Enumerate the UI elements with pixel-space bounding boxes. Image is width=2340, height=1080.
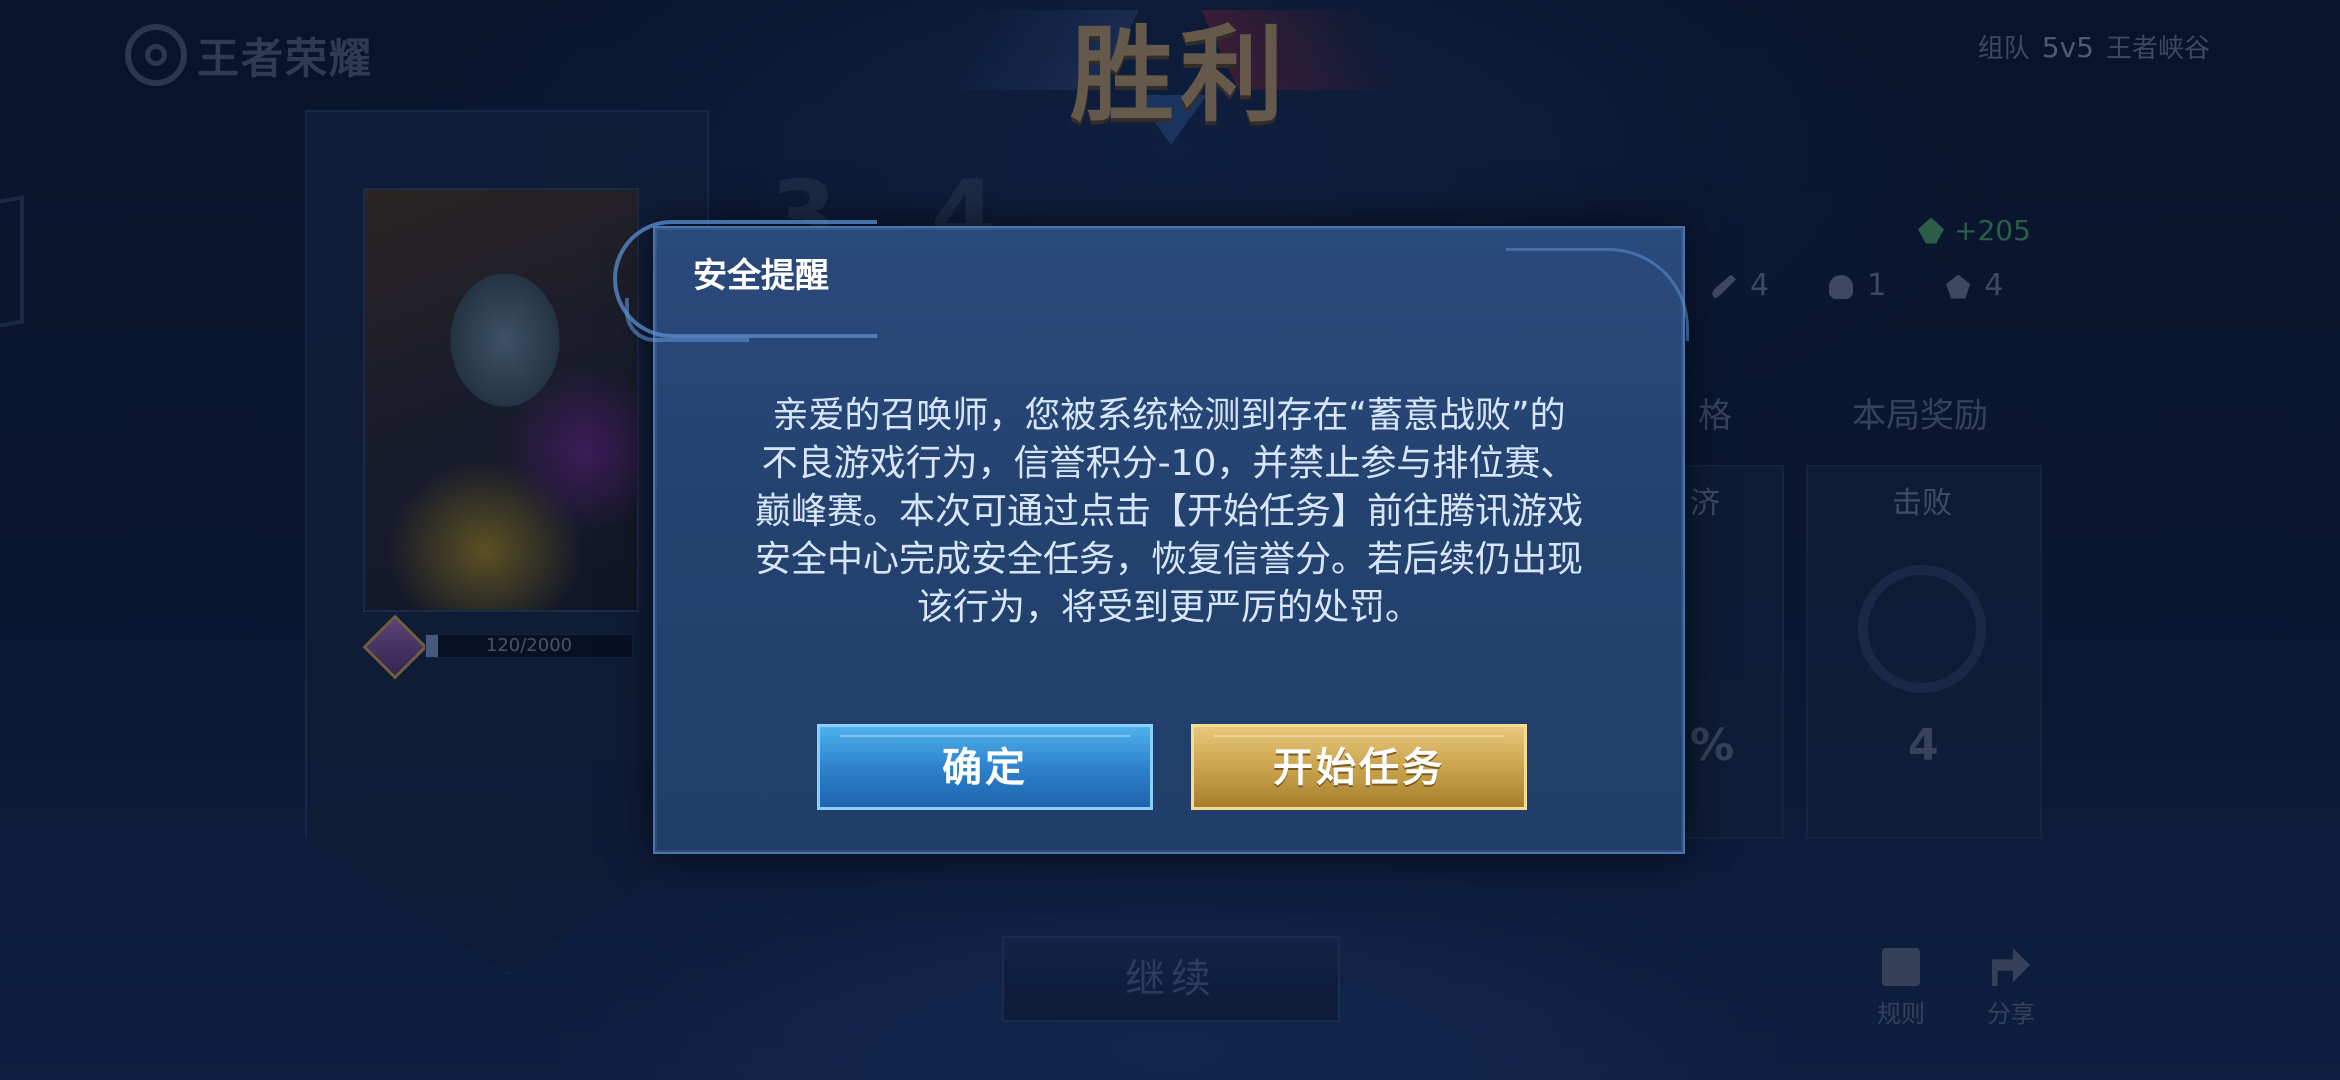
security-alert-dialog: 安全提醒 亲爱的召唤师，您被系统检测到存在“蓄意战败”的 不良游戏行为，信誉积分… <box>613 220 1689 854</box>
dialog-message: 亲爱的召唤师，您被系统检测到存在“蓄意战败”的 不良游戏行为，信誉积分-10，并… <box>754 395 1583 628</box>
dialog-title: 安全提醒 <box>693 256 829 296</box>
dialog-swirl-decoration <box>625 298 749 342</box>
confirm-button[interactable]: 确定 <box>817 724 1153 810</box>
dialog-swirl-decoration <box>1506 248 1689 341</box>
start-task-button[interactable]: 开始任务 <box>1191 724 1527 810</box>
